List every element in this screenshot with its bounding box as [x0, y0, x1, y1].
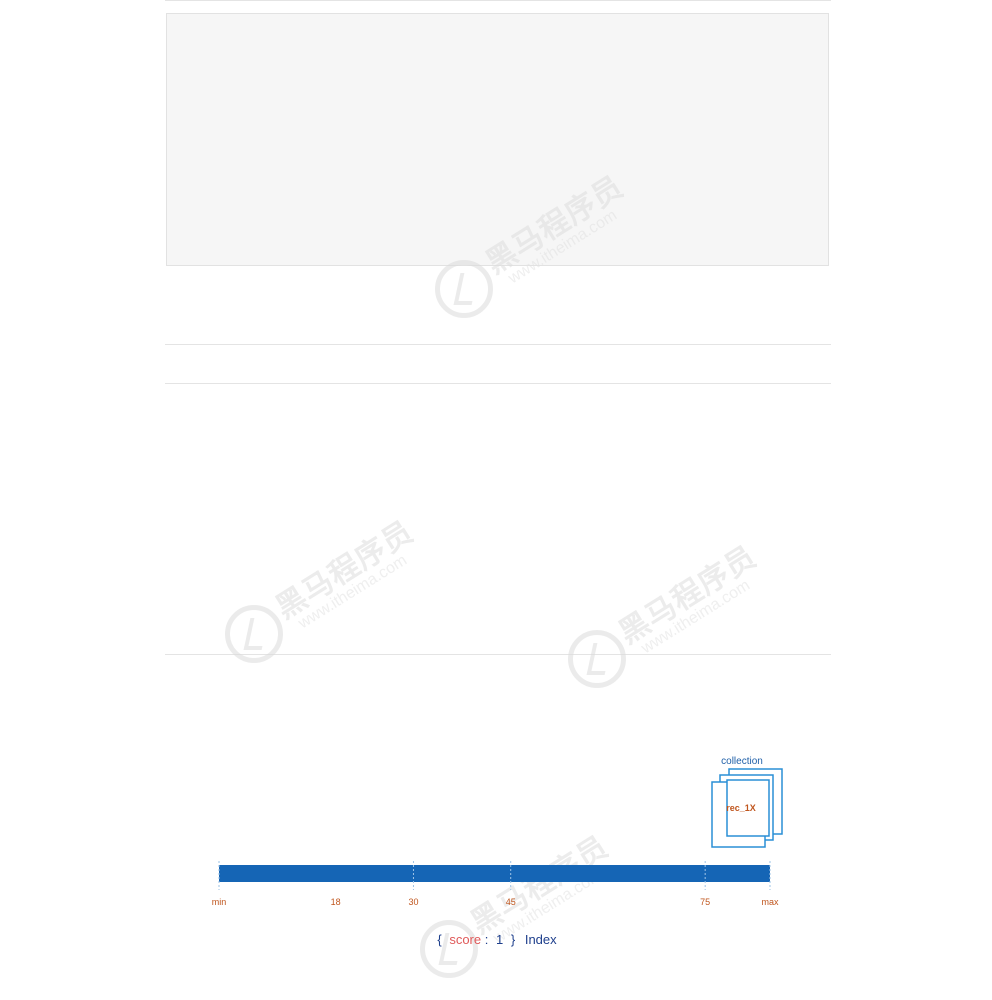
caption-colon: : [485, 932, 489, 947]
collection-label: collection [721, 756, 763, 767]
index-diagram: collection rec_1X min 18 30 45 75 max { score… [212, 756, 783, 947]
tick-label: 75 [700, 897, 710, 907]
index-bar [219, 865, 770, 882]
tick-label: 45 [506, 897, 516, 907]
tick-label: 30 [408, 897, 418, 907]
caption-field: score [449, 932, 481, 947]
document-label: rec_1X [726, 803, 756, 813]
caption-open-brace: { [437, 932, 442, 947]
index-caption: { score : 1 } Index [437, 932, 557, 947]
tick-label: max [761, 897, 779, 907]
caption-close-brace: } [511, 932, 516, 947]
tick-label: 18 [331, 897, 341, 907]
caption-suffix: Index [525, 932, 557, 947]
caption-value: 1 [496, 932, 503, 947]
tick-label: min [212, 897, 227, 907]
